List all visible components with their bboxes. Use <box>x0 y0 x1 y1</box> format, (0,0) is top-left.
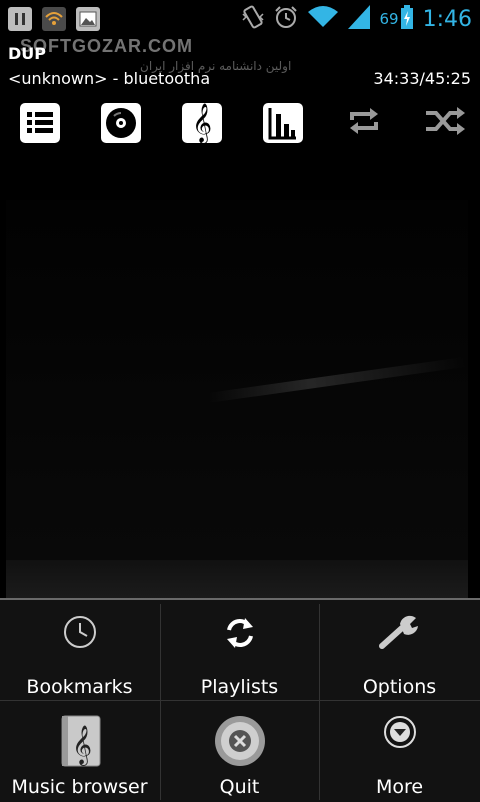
music-browser-menu-item[interactable]: 𝄞 Music browser <box>0 700 159 800</box>
wifi-hotspot-icon <box>42 7 66 31</box>
pause-icon <box>8 7 32 31</box>
equalizer-button[interactable] <box>261 100 305 146</box>
equalizer-icon <box>263 103 303 143</box>
disc-icon <box>101 103 141 143</box>
svg-text:𝄞: 𝄞 <box>71 725 91 766</box>
battery-icon <box>400 5 413 33</box>
quit-label: Quit <box>219 776 260 798</box>
image-icon <box>76 7 100 31</box>
clock: 1:46 <box>422 6 472 32</box>
signal-icon <box>347 5 370 33</box>
chevron-down-circle-icon <box>382 714 418 754</box>
track-title: DUP <box>8 44 46 63</box>
treble-clef-button[interactable]: 𝄞 <box>180 100 224 146</box>
shuffle-icon <box>424 106 466 140</box>
sync-icon <box>221 614 259 656</box>
battery-level: 69 <box>379 10 399 28</box>
quit-menu-item[interactable]: Quit <box>160 700 319 800</box>
close-circle-icon <box>213 714 267 772</box>
music-browser-label: Music browser <box>11 776 148 798</box>
treble-clef-icon: 𝄞 <box>182 103 222 143</box>
wifi-icon <box>307 5 338 33</box>
list-button[interactable] <box>18 100 62 146</box>
list-icon <box>20 103 60 143</box>
player-toolbar: 𝄞 <box>0 100 480 150</box>
bookmarks-label: Bookmarks <box>26 676 133 698</box>
disc-button[interactable] <box>99 100 143 146</box>
album-art-area <box>6 200 468 600</box>
wrench-icon <box>378 614 422 654</box>
more-menu-item[interactable]: More <box>320 700 479 800</box>
track-artist: <unknown> - bluetootha <box>8 69 211 88</box>
clock-icon <box>62 614 98 654</box>
music-book-icon: 𝄞 <box>58 714 102 772</box>
shuffle-button[interactable] <box>423 100 467 146</box>
repeat-button[interactable] <box>342 100 386 146</box>
playlists-menu-item[interactable]: Playlists <box>160 600 319 700</box>
status-bar: 69 1:46 <box>0 0 480 38</box>
bookmarks-menu-item[interactable]: Bookmarks <box>0 600 159 700</box>
options-menu-item[interactable]: Options <box>320 600 479 700</box>
playlists-label: Playlists <box>200 676 279 698</box>
alarm-icon <box>274 5 298 33</box>
more-label: More <box>375 776 424 798</box>
track-time: 34:33/45:25 <box>373 69 471 88</box>
vibrate-icon <box>241 4 264 34</box>
options-menu: Bookmarks Playlists Options 𝄞 Music brow… <box>0 598 480 802</box>
repeat-icon <box>347 106 381 140</box>
options-label: Options <box>362 676 437 698</box>
